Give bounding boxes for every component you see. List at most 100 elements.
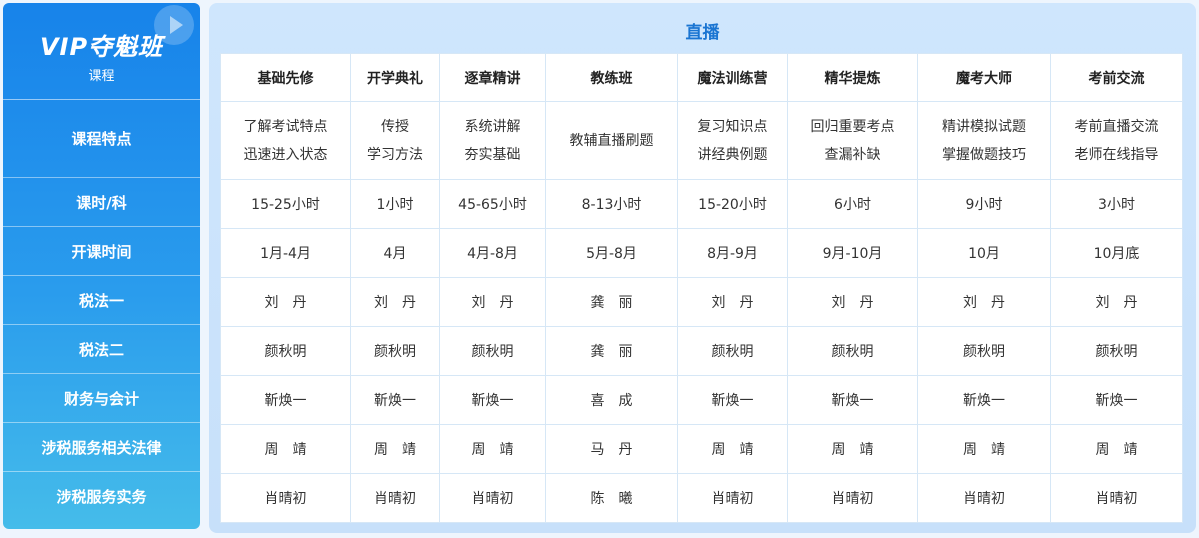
table-cell: 4月 bbox=[350, 228, 440, 278]
table-cell: 周 靖 bbox=[677, 424, 788, 474]
table-cell: 颜秋明 bbox=[350, 326, 440, 376]
feature-cell: 考前直播交流 老师在线指导 bbox=[1050, 101, 1183, 180]
row-label-tax-service-law: 涉税服务相关法律 bbox=[3, 423, 200, 472]
feature-cell: 了解考试特点 迅速进入状态 bbox=[220, 101, 351, 180]
table-row: 刘 丹刘 丹刘 丹龚 丽刘 丹刘 丹刘 丹刘 丹 bbox=[220, 277, 1183, 327]
feature-cell: 回归重要考点 查漏补缺 bbox=[787, 101, 918, 180]
table-row: 周 靖周 靖周 靖马 丹周 靖周 靖周 靖周 靖 bbox=[220, 424, 1183, 474]
table-cell: 靳焕一 bbox=[350, 375, 440, 425]
column-header: 逐章精讲 bbox=[439, 53, 546, 102]
feature-line: 系统讲解 bbox=[464, 118, 521, 135]
table-cell: 肖晴初 bbox=[677, 473, 788, 523]
table-cell: 1月-4月 bbox=[220, 228, 351, 278]
table-cell: 10月底 bbox=[1050, 228, 1183, 278]
table-cell: 颜秋明 bbox=[439, 326, 546, 376]
table-cell: 刘 丹 bbox=[787, 277, 918, 327]
column-header: 基础先修 bbox=[220, 53, 351, 102]
feature-line: 回归重要考点 bbox=[810, 118, 895, 135]
table-cell: 龚 丽 bbox=[545, 326, 678, 376]
table-cell: 1小时 bbox=[350, 179, 440, 229]
table-row: 15-25小时 1小时 45-65小时 8-13小时 15-20小时 6小时 9小时 3小时 bbox=[220, 179, 1183, 229]
table-cell: 龚 丽 bbox=[545, 277, 678, 327]
row-label-schedule: 开课时间 bbox=[3, 227, 200, 276]
table-cell: 肖晴初 bbox=[917, 473, 1051, 523]
row-label-hours: 课时/科 bbox=[3, 178, 200, 227]
table-cell: 靳焕一 bbox=[917, 375, 1051, 425]
feature-line: 老师在线指导 bbox=[1074, 146, 1159, 163]
table-cell: 10月 bbox=[917, 228, 1051, 278]
table-cell: 4月-8月 bbox=[439, 228, 546, 278]
table-cell: 15-25小时 bbox=[220, 179, 351, 229]
table-row: 肖晴初 肖晴初 肖晴初陈 曦肖晴初 肖晴初 肖晴初 肖晴初 bbox=[220, 473, 1183, 523]
table-cell: 刘 丹 bbox=[220, 277, 351, 327]
table-cell: 15-20小时 bbox=[677, 179, 788, 229]
table-cell: 周 靖 bbox=[220, 424, 351, 474]
row-label-finance-accounting: 财务与会计 bbox=[3, 374, 200, 423]
table-cell: 周 靖 bbox=[350, 424, 440, 474]
table-cell: 刘 丹 bbox=[439, 277, 546, 327]
table-cell: 颜秋明 bbox=[677, 326, 788, 376]
table-cell: 马 丹 bbox=[545, 424, 678, 474]
table-cell: 肖晴初 bbox=[787, 473, 918, 523]
course-table: 基础先修 开学典礼 逐章精讲 教练班 魔法训练营 精华提炼 魔考大师 考前交流 … bbox=[220, 53, 1183, 523]
table-cell: 9小时 bbox=[917, 179, 1051, 229]
table-cell: 喜 成 bbox=[545, 375, 678, 425]
table-row: 1月-4月 4月 4月-8月 5月-8月 8月-9月 9月-10月 10月 10月底 bbox=[220, 228, 1183, 278]
table-cell: 陈 曦 bbox=[545, 473, 678, 523]
row-label-tax-law-2: 税法二 bbox=[3, 325, 200, 374]
row-label-features: 课程特点 bbox=[3, 100, 200, 178]
table-cell: 周 靖 bbox=[787, 424, 918, 474]
table-cell: 靳焕一 bbox=[787, 375, 918, 425]
column-header: 教练班 bbox=[545, 53, 678, 102]
table-cell: 靳焕一 bbox=[220, 375, 351, 425]
brand-header: VIP夺魁班 课程 bbox=[3, 3, 200, 100]
feature-line: 了解考试特点 bbox=[243, 118, 328, 135]
table-body: 15-25小时 1小时 45-65小时 8-13小时 15-20小时 6小时 9小时 3小时 1… bbox=[220, 179, 1183, 523]
table-row-features: 了解考试特点 迅速进入状态 传授 学习方法 系统讲解 夯实基础 教辅直播刷题 复习知识… bbox=[220, 101, 1183, 180]
feature-cell: 教辅直播刷题 bbox=[545, 101, 678, 180]
table-cell: 周 靖 bbox=[917, 424, 1051, 474]
table-cell: 颜秋明 bbox=[787, 326, 918, 376]
column-header: 精华提炼 bbox=[787, 53, 918, 102]
table-cell: 肖晴初 bbox=[1050, 473, 1183, 523]
brand-subtitle: 课程 bbox=[88, 69, 115, 84]
feature-line: 传授 bbox=[381, 118, 409, 135]
table-cell: 肖晴初 bbox=[220, 473, 351, 523]
table-cell: 刘 丹 bbox=[677, 277, 788, 327]
feature-line: 考前直播交流 bbox=[1074, 118, 1159, 135]
table-cell: 刘 丹 bbox=[350, 277, 440, 327]
live-course-panel: 直播 基础先修 开学典礼 逐章精讲 教练班 魔法训练营 精华提炼 魔考大师 考前… bbox=[209, 3, 1196, 533]
column-header: 魔考大师 bbox=[917, 53, 1051, 102]
table-cell: 45-65小时 bbox=[439, 179, 546, 229]
table-cell: 靳焕一 bbox=[439, 375, 546, 425]
table-cell: 8-13小时 bbox=[545, 179, 678, 229]
table-cell: 刘 丹 bbox=[917, 277, 1051, 327]
table-cell: 靳焕一 bbox=[1050, 375, 1183, 425]
table-cell: 刘 丹 bbox=[1050, 277, 1183, 327]
feature-cell: 复习知识点 讲经典例题 bbox=[677, 101, 788, 180]
table-cell: 周 靖 bbox=[439, 424, 546, 474]
feature-line: 讲经典例题 bbox=[697, 146, 768, 163]
row-label-tax-service-practice: 涉税服务实务 bbox=[56, 488, 147, 506]
feature-line: 夯实基础 bbox=[464, 146, 521, 163]
table-cell: 颜秋明 bbox=[917, 326, 1051, 376]
feature-line: 教辅直播刷题 bbox=[569, 132, 654, 149]
table-cell: 周 靖 bbox=[1050, 424, 1183, 474]
feature-line: 查漏补缺 bbox=[824, 146, 881, 163]
feature-line: 掌握做题技巧 bbox=[942, 146, 1026, 163]
column-header: 考前交流 bbox=[1050, 53, 1183, 102]
feature-line: 精讲模拟试题 bbox=[942, 118, 1026, 135]
table-cell: 8月-9月 bbox=[677, 228, 788, 278]
table-cell: 靳焕一 bbox=[677, 375, 788, 425]
table-cell: 9月-10月 bbox=[787, 228, 918, 278]
table-cell: 颜秋明 bbox=[220, 326, 351, 376]
brand-title: VIP夺魁班 bbox=[39, 33, 164, 61]
feature-cell: 精讲模拟试题 掌握做题技巧 bbox=[917, 101, 1051, 180]
feature-line: 迅速进入状态 bbox=[243, 146, 328, 163]
table-cell: 5月-8月 bbox=[545, 228, 678, 278]
table-cell: 肖晴初 bbox=[439, 473, 546, 523]
row-label-tax-law-1: 税法一 bbox=[3, 276, 200, 325]
table-cell: 6小时 bbox=[787, 179, 918, 229]
table-cell: 3小时 bbox=[1050, 179, 1183, 229]
column-header: 魔法训练营 bbox=[677, 53, 788, 102]
